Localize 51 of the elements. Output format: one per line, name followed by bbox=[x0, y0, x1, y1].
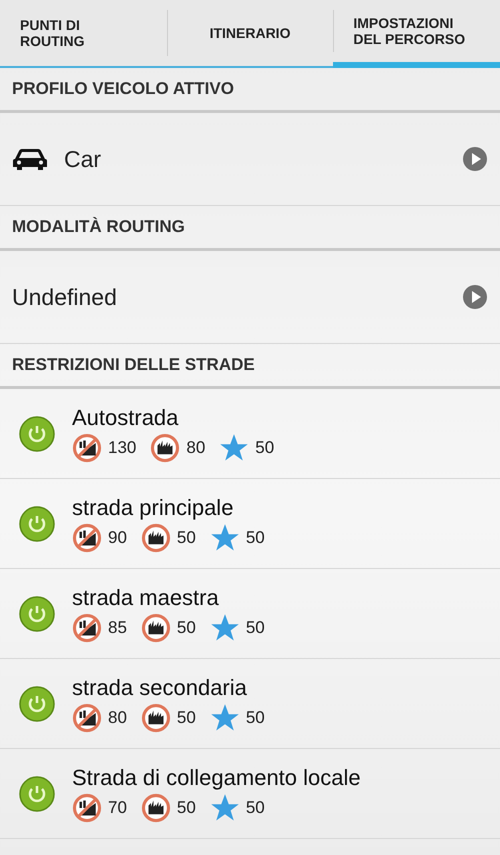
factory-sign-icon bbox=[140, 792, 171, 822]
road-value: 80 bbox=[108, 708, 127, 728]
section-header: PROFILO VEICOLO ATTIVO bbox=[0, 68, 500, 113]
tab[interactable]: ITINERARIO bbox=[166, 0, 334, 68]
factory-sign-icon bbox=[140, 702, 171, 732]
power-toggle[interactable] bbox=[18, 504, 56, 542]
section-header: RESTRIZIONI DELLE STRADE bbox=[0, 344, 500, 389]
road-value: 50 bbox=[176, 708, 196, 728]
road-name: strada principale bbox=[72, 494, 234, 520]
road-value: 90 bbox=[108, 528, 127, 548]
slope-sign-icon bbox=[72, 702, 102, 732]
road-name: strada maestra bbox=[72, 584, 220, 610]
tab[interactable]: IMPOSTAZIONI DEL PERCORSO bbox=[333, 0, 500, 68]
road-value: 50 bbox=[246, 618, 265, 638]
road-value: 50 bbox=[176, 528, 196, 548]
road-name: Strada di collegamento locale bbox=[72, 764, 361, 790]
slope-sign-icon bbox=[72, 432, 102, 462]
setting-value: Car bbox=[64, 146, 102, 172]
road-value: 50 bbox=[176, 798, 196, 818]
star-icon bbox=[210, 702, 240, 732]
star-icon bbox=[210, 612, 240, 642]
section-header: MODALITÀ ROUTING bbox=[0, 206, 500, 251]
road-name: Autostrada bbox=[72, 404, 180, 430]
road-value: 50 bbox=[246, 708, 265, 728]
road-value: 130 bbox=[108, 438, 136, 458]
slope-sign-icon bbox=[72, 522, 102, 552]
road-value: 80 bbox=[186, 438, 206, 458]
factory-sign-icon bbox=[140, 612, 171, 642]
car-icon bbox=[12, 147, 48, 171]
power-toggle[interactable] bbox=[18, 414, 56, 452]
setting-row[interactable]: Car bbox=[0, 113, 500, 206]
setting-value: Undefined bbox=[12, 284, 118, 310]
road-value: 70 bbox=[108, 798, 127, 818]
star-icon bbox=[219, 432, 250, 462]
factory-sign-icon bbox=[140, 522, 171, 552]
slope-sign-icon bbox=[72, 792, 102, 822]
road-name: strada secondaria bbox=[72, 674, 248, 700]
road-value: 50 bbox=[246, 798, 265, 818]
tab[interactable]: PUNTI DI ROUTING bbox=[0, 0, 167, 68]
star-icon bbox=[210, 522, 240, 552]
road-value: 50 bbox=[176, 618, 196, 638]
road-value: 50 bbox=[255, 438, 274, 458]
power-toggle[interactable] bbox=[18, 594, 56, 632]
road-value: 85 bbox=[108, 618, 127, 638]
power-toggle[interactable] bbox=[18, 684, 56, 722]
slope-sign-icon bbox=[72, 612, 102, 642]
road-value: 50 bbox=[246, 528, 265, 548]
star-icon bbox=[210, 792, 240, 822]
power-toggle[interactable] bbox=[18, 774, 56, 812]
factory-sign-icon bbox=[150, 432, 180, 462]
setting-row[interactable]: Undefined bbox=[0, 251, 500, 344]
